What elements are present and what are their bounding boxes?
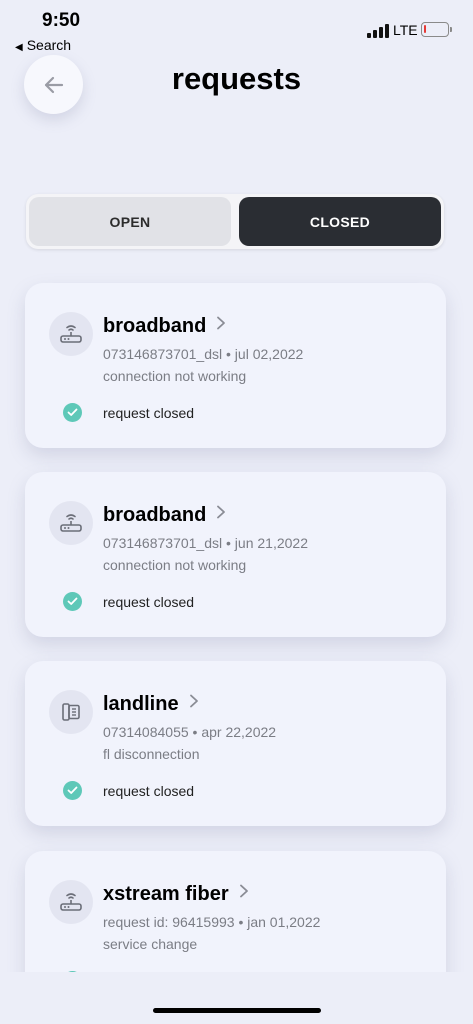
- back-to-app-label: Search: [26, 37, 72, 53]
- request-title-label: landline: [103, 693, 179, 715]
- tab-closed[interactable]: CLOSED: [239, 197, 441, 246]
- request-meta: 073146873701_dsl • jul 02,2022: [103, 346, 304, 362]
- request-title-label: broadband: [103, 504, 207, 526]
- request-description: connection not working: [103, 557, 247, 573]
- status-bar: 9:50 ◀ Search LTE: [0, 0, 473, 56]
- request-description: service change: [103, 936, 198, 952]
- request-meta: request id: 96415993 • jan 01,2022: [103, 914, 321, 930]
- battery-level: [424, 25, 426, 33]
- request-status: request closed: [103, 594, 195, 610]
- request-title[interactable]: xstream fiber: [103, 881, 249, 906]
- request-status: request closed: [103, 783, 195, 799]
- chevron-right-icon: [216, 502, 226, 525]
- request-title-label: broadband: [103, 315, 207, 337]
- request-card[interactable]: broadband 073146873701_dsl • jul 02,2022…: [25, 283, 446, 448]
- request-title-label: xstream fiber: [103, 883, 229, 905]
- home-indicator[interactable]: [153, 1008, 321, 1013]
- page-title: requests: [171, 61, 302, 96]
- request-meta: 07314084055 • apr 22,2022: [103, 724, 277, 740]
- network-type-label: LTE: [393, 22, 418, 38]
- router-icon: [49, 880, 93, 924]
- router-icon: [49, 312, 93, 356]
- chevron-right-icon: [189, 691, 199, 714]
- request-title[interactable]: broadband: [103, 313, 226, 338]
- status-filter-tabs: OPEN CLOSED: [26, 194, 444, 249]
- request-meta: 073146873701_dsl • jun 21,2022: [103, 535, 308, 551]
- back-to-app-link[interactable]: ◀ Search: [15, 37, 71, 53]
- chevron-right-icon: [239, 881, 249, 904]
- back-triangle-icon: ◀: [15, 42, 23, 53]
- request-card[interactable]: landline 07314084055 • apr 22,2022 fl di…: [25, 661, 446, 826]
- landline-phone-icon: [49, 690, 93, 734]
- check-circle-icon: [63, 781, 82, 800]
- request-card[interactable]: broadband 073146873701_dsl • jun 21,2022…: [25, 472, 446, 637]
- request-description: connection not working: [103, 368, 247, 384]
- request-title[interactable]: landline: [103, 691, 199, 716]
- check-circle-icon: [63, 592, 82, 611]
- request-status: request closed: [103, 405, 195, 421]
- check-circle-icon: [63, 403, 82, 422]
- cell-signal-icon: [367, 24, 389, 38]
- router-icon: [49, 501, 93, 545]
- chevron-right-icon: [216, 313, 226, 336]
- request-description: fl disconnection: [103, 746, 200, 762]
- status-time: 9:50: [42, 10, 81, 31]
- bottom-safe-area: [0, 972, 473, 1024]
- request-title[interactable]: broadband: [103, 502, 226, 527]
- battery-icon: [421, 22, 452, 37]
- tab-open[interactable]: OPEN: [29, 197, 231, 246]
